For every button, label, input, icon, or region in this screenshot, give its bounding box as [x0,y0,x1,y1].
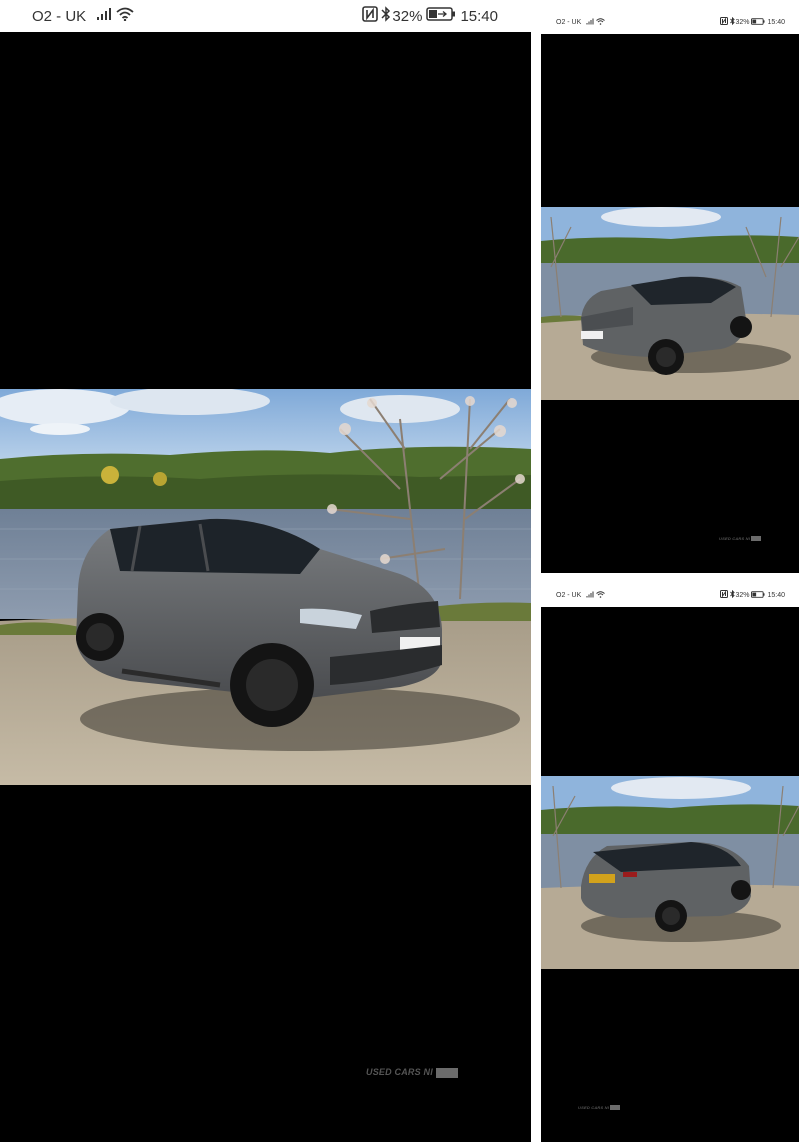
watermark: USED CARS NI [578,1105,621,1111]
clock: 15:40 [767,591,785,599]
status-bar-left: O2 - UK [556,583,606,607]
status-bar-right: 32% 15:40 [720,10,785,34]
watermark-text: USED CARS NI [719,536,751,541]
nfc-icon [720,17,729,27]
image-viewer[interactable]: USED CARS NI [541,34,799,573]
status-bar-left: O2 - UK [32,0,134,32]
car-photo-front-thumbnail[interactable] [541,207,799,400]
screenshot-collage: { "statusbar": { "carrier": "O2 - UK", "… [0,0,799,1142]
watermark-text: USED CARS NI [578,1105,610,1110]
car-photo-front[interactable] [0,389,531,785]
image-viewer[interactable]: USED CARS NI [0,32,531,1142]
car-photo-drawing [0,389,531,785]
clock: 15:40 [767,18,785,26]
nfc-icon [362,6,379,26]
signal-icon [586,591,594,600]
bluetooth-icon [381,6,391,26]
car-photo-drawing [541,776,799,969]
watermark-logo [435,1067,458,1078]
carrier-label: O2 - UK [32,7,87,25]
thumbnail-screen-1[interactable]: O2 - UK 32% 15:40 USED CARS NI [541,10,799,573]
status-bar-right: 32% 15:40 [720,583,785,607]
thumbnail-screen-2[interactable]: O2 - UK 32% 15:40 USED CARS NI [541,583,799,1142]
battery-icon [751,17,766,27]
status-bar-left: O2 - UK [556,10,606,34]
battery-icon [751,590,766,600]
image-viewer[interactable]: USED CARS NI [541,607,799,1142]
battery-percent: 32% [735,18,750,26]
signal-icon [586,18,594,27]
battery-percent: 32% [392,7,423,25]
carrier-label: O2 - UK [556,591,582,599]
watermark-logo [610,1105,621,1111]
carrier-label: O2 - UK [556,18,582,26]
status-bar-right: 32% 15:40 [362,0,498,32]
wifi-icon [116,7,134,25]
car-photo-rear-thumbnail[interactable] [541,776,799,969]
watermark-text: USED CARS NI [366,1067,433,1077]
wifi-icon [596,17,606,27]
battery-icon [426,7,456,25]
car-photo-drawing [541,207,799,400]
nfc-icon [720,590,729,600]
battery-percent: 32% [735,591,750,599]
clock: 15:40 [460,7,498,25]
main-screen: O2 - UK 32% 15:40 USED CARS NI [0,0,531,1142]
watermark: USED CARS NI [719,536,762,542]
signal-icon [96,7,112,25]
wifi-icon [596,590,606,600]
status-bar: O2 - UK 32% 15:40 [0,0,531,32]
watermark-logo [751,536,762,542]
watermark: USED CARS NI [366,1067,458,1078]
status-bar: O2 - UK 32% 15:40 [541,10,799,34]
status-bar: O2 - UK 32% 15:40 [541,583,799,607]
